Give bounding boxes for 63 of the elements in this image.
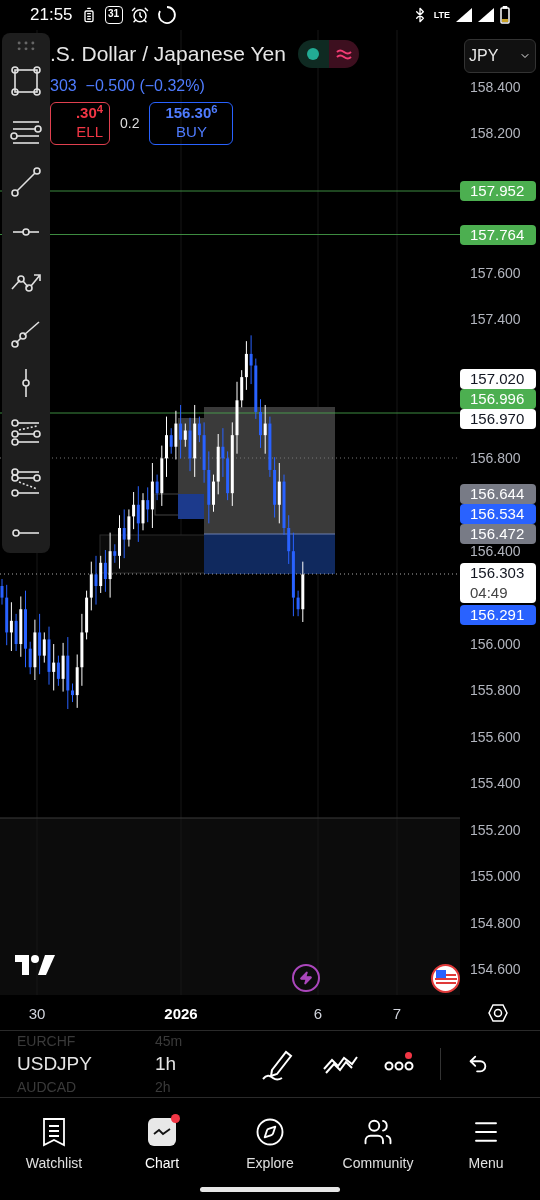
price-tick: 155.000	[470, 869, 521, 884]
price-tick: 156.000	[470, 637, 521, 652]
price-tick: 154.800	[470, 915, 521, 930]
flag-icon[interactable]	[431, 964, 460, 993]
price-level-label: 156.472	[460, 524, 536, 545]
clock-time: 21:55	[30, 4, 73, 27]
price-level-label: 156.970	[460, 408, 536, 429]
time-tick: 30	[28, 1004, 46, 1024]
nav-tab[interactable]: Community	[324, 1098, 432, 1178]
nav-tab[interactable]: Explore	[216, 1098, 324, 1178]
compass-icon	[255, 1117, 285, 1147]
signal-icon	[478, 8, 494, 22]
symbol-title[interactable]: .S. Dollar / Japanese Yen	[50, 38, 286, 70]
time-tick: 7	[392, 1004, 402, 1024]
current-price-label: 156.303 04:49	[460, 562, 536, 603]
battery-low-icon	[500, 6, 510, 24]
price-tick: 155.400	[470, 776, 521, 791]
undo-icon[interactable]	[467, 1053, 489, 1075]
time-tick: 6	[313, 1004, 323, 1024]
alarm-icon	[130, 6, 149, 24]
currency-dropdown[interactable]: JPY	[464, 39, 536, 73]
nav-tab[interactable]: Chart	[108, 1098, 216, 1178]
price-tick: 154.600	[470, 961, 521, 976]
signal-icon	[456, 8, 472, 22]
price-tick: 156.800	[470, 451, 521, 466]
loading-icon	[156, 5, 177, 25]
nav-tab[interactable]: Watchlist	[0, 1098, 108, 1178]
price-tick: 158.200	[470, 126, 521, 141]
price-tick: 157.600	[470, 265, 521, 280]
price-level-label: 157.952	[460, 180, 536, 201]
tradingview-logo-icon	[15, 955, 55, 975]
price-level-label: 156.644	[460, 484, 536, 505]
nav-tab[interactable]: Menu	[432, 1098, 540, 1178]
lightning-event-icon[interactable]	[292, 964, 320, 992]
market-status-pill[interactable]	[297, 39, 359, 68]
price-level-label: 156.996	[460, 388, 536, 409]
position-tool-shape[interactable]	[99, 407, 336, 574]
drag-handle-icon[interactable]	[17, 41, 35, 51]
spread-value: 0.2	[120, 113, 140, 133]
price-change: 303 −0.500 (−0.32%)	[50, 75, 206, 96]
buy-button[interactable]: 156.30$^{6}$ BUY	[149, 101, 234, 145]
time-tick: 2026	[164, 1004, 198, 1024]
price-tick: 155.200	[470, 822, 521, 837]
price-level-label: 157.020	[460, 368, 536, 389]
price-level-line[interactable]	[0, 234, 460, 235]
price-tick: 156.400	[470, 544, 521, 559]
wave-icon	[335, 47, 352, 60]
price-tick: 155.800	[470, 683, 521, 698]
price-level-label: 156.534	[460, 504, 536, 525]
price-tick: 155.600	[470, 729, 521, 744]
calendar-icon: 31	[104, 6, 123, 24]
people-icon	[363, 1117, 393, 1147]
price-level-label: 157.764	[460, 224, 536, 245]
settings-icon[interactable]	[488, 1003, 508, 1023]
symbol-picker-item[interactable]: USDJPY 1h	[17, 1051, 240, 1077]
price-tick: 157.400	[470, 312, 521, 327]
network-type: LTE	[433, 10, 450, 20]
home-indicator[interactable]	[200, 1186, 340, 1192]
price-level-line[interactable]	[0, 412, 460, 414]
price-level-label: 156.291	[460, 604, 536, 625]
watchlist-icon	[41, 1117, 67, 1147]
chart-icon	[148, 1118, 176, 1146]
price-tick: 158.400	[470, 80, 521, 94]
